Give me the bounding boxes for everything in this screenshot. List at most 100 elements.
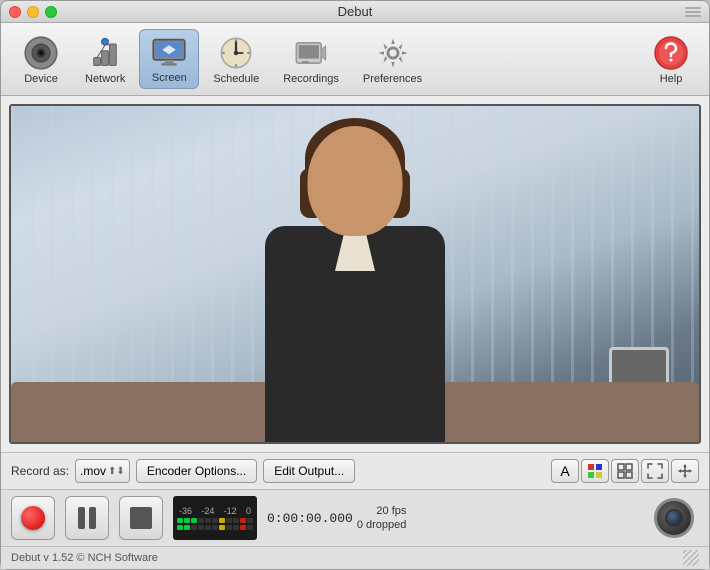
status-text: Debut v 1.52 © NCH Software bbox=[11, 552, 158, 564]
stop-icon bbox=[130, 507, 152, 529]
toolbar: Device Network bbox=[1, 23, 709, 96]
time-code: 0:00:00.000 bbox=[267, 511, 353, 526]
video-background bbox=[11, 106, 699, 442]
vu-cell bbox=[240, 518, 246, 523]
device-icon bbox=[23, 35, 59, 71]
resize-grip-icon bbox=[683, 550, 699, 566]
stop-button[interactable] bbox=[119, 496, 163, 540]
vu-cell bbox=[226, 525, 232, 530]
app-window: Debut Device bbox=[0, 0, 710, 570]
format-select[interactable]: .mov ⬆⬇ bbox=[75, 459, 130, 483]
fps-value: 20 fps bbox=[376, 505, 406, 517]
fullscreen-icon bbox=[647, 463, 663, 479]
video-preview bbox=[11, 106, 699, 442]
record-as-label: Record as: bbox=[11, 464, 69, 478]
vu-cell bbox=[247, 525, 253, 530]
title-bar: Debut bbox=[1, 1, 709, 23]
vu-cell bbox=[240, 525, 246, 530]
vu-cell bbox=[198, 525, 204, 530]
preferences-icon bbox=[375, 35, 411, 71]
window-title: Debut bbox=[338, 4, 373, 19]
webcam-disc bbox=[654, 498, 694, 538]
fps-right: 20 fps 0 dropped bbox=[357, 505, 407, 531]
vu-cell bbox=[247, 518, 253, 523]
vu-cell bbox=[219, 518, 225, 523]
toolbar-schedule[interactable]: Schedule bbox=[203, 31, 269, 89]
vu-meter: -36 -24 -12 0 bbox=[173, 496, 257, 540]
video-area bbox=[9, 104, 701, 444]
time-row: 0:00:00.000 20 fps 0 dropped bbox=[267, 505, 639, 531]
vu-cell bbox=[205, 525, 211, 530]
maximize-button[interactable] bbox=[45, 6, 57, 18]
laptop-prop bbox=[609, 347, 669, 387]
recordings-icon bbox=[293, 35, 329, 71]
color-button[interactable] bbox=[581, 459, 609, 483]
pause-button[interactable] bbox=[65, 496, 109, 540]
device-label: Device bbox=[24, 73, 58, 85]
encoder-options-button[interactable]: Encoder Options... bbox=[136, 459, 257, 483]
pause-icon bbox=[78, 507, 96, 529]
toolbar-recordings[interactable]: Recordings bbox=[273, 31, 349, 89]
move-button[interactable] bbox=[671, 459, 699, 483]
toolbar-device[interactable]: Device bbox=[11, 31, 71, 89]
text-icon: A bbox=[560, 463, 569, 479]
vu-cell bbox=[191, 525, 197, 530]
toolbar-screen[interactable]: Screen bbox=[139, 29, 199, 89]
vu-label-4: 0 bbox=[246, 506, 251, 516]
encoder-controls: Record as: .mov ⬆⬇ Encoder Options... Ed… bbox=[1, 452, 709, 489]
laptop-screen bbox=[612, 350, 666, 384]
vu-cell bbox=[184, 518, 190, 523]
vu-labels: -36 -24 -12 0 bbox=[177, 506, 253, 516]
layout-button[interactable] bbox=[611, 459, 639, 483]
color-icon bbox=[587, 463, 603, 479]
record-button[interactable] bbox=[11, 496, 55, 540]
vu-label-1: -36 bbox=[179, 506, 192, 516]
schedule-label: Schedule bbox=[213, 73, 259, 85]
help-icon bbox=[653, 35, 689, 71]
vu-cell bbox=[212, 525, 218, 530]
record-dot-icon bbox=[21, 506, 45, 530]
vu-cell bbox=[233, 518, 239, 523]
minimize-button[interactable] bbox=[27, 6, 39, 18]
network-icon bbox=[87, 35, 123, 71]
close-button[interactable] bbox=[9, 6, 21, 18]
text-overlay-button[interactable]: A bbox=[551, 459, 579, 483]
vu-label-3: -12 bbox=[224, 506, 237, 516]
help-label: Help bbox=[660, 73, 683, 85]
toolbar-preferences[interactable]: Preferences bbox=[353, 31, 432, 89]
fullscreen-button[interactable] bbox=[641, 459, 669, 483]
toolbar-help[interactable]: Help bbox=[643, 31, 699, 89]
vu-cell bbox=[233, 525, 239, 530]
recordings-label: Recordings bbox=[283, 73, 339, 85]
screen-icon bbox=[151, 34, 187, 70]
resize-icon bbox=[685, 7, 701, 17]
schedule-icon bbox=[218, 35, 254, 71]
traffic-lights bbox=[9, 6, 57, 18]
vu-cell bbox=[177, 525, 183, 530]
vu-cell bbox=[184, 525, 190, 530]
layout-icon bbox=[617, 463, 633, 479]
edit-output-button[interactable]: Edit Output... bbox=[263, 459, 355, 483]
person-head bbox=[308, 126, 403, 236]
vu-cell bbox=[226, 518, 232, 523]
webcam-icon bbox=[649, 496, 699, 540]
status-bar: Debut v 1.52 © NCH Software bbox=[1, 546, 709, 569]
toolbar-network[interactable]: Network bbox=[75, 31, 135, 89]
vu-cell bbox=[177, 518, 183, 523]
vu-cell bbox=[198, 518, 204, 523]
move-icon bbox=[677, 463, 693, 479]
preferences-label: Preferences bbox=[363, 73, 422, 85]
webcam-lens bbox=[665, 509, 683, 527]
screen-label: Screen bbox=[152, 72, 187, 84]
vu-cell bbox=[219, 525, 225, 530]
format-arrow-icon: ⬆⬇ bbox=[108, 466, 125, 477]
format-value: .mov bbox=[80, 464, 106, 478]
dropped-value: 0 dropped bbox=[357, 519, 407, 531]
transport-bar: -36 -24 -12 0 bbox=[1, 489, 709, 546]
vu-cell bbox=[205, 518, 211, 523]
view-icon-buttons: A bbox=[551, 459, 699, 483]
vu-cell bbox=[191, 518, 197, 523]
vu-cell bbox=[212, 518, 218, 523]
time-display: 0:00:00.000 20 fps 0 dropped bbox=[267, 505, 639, 531]
network-label: Network bbox=[85, 73, 125, 85]
